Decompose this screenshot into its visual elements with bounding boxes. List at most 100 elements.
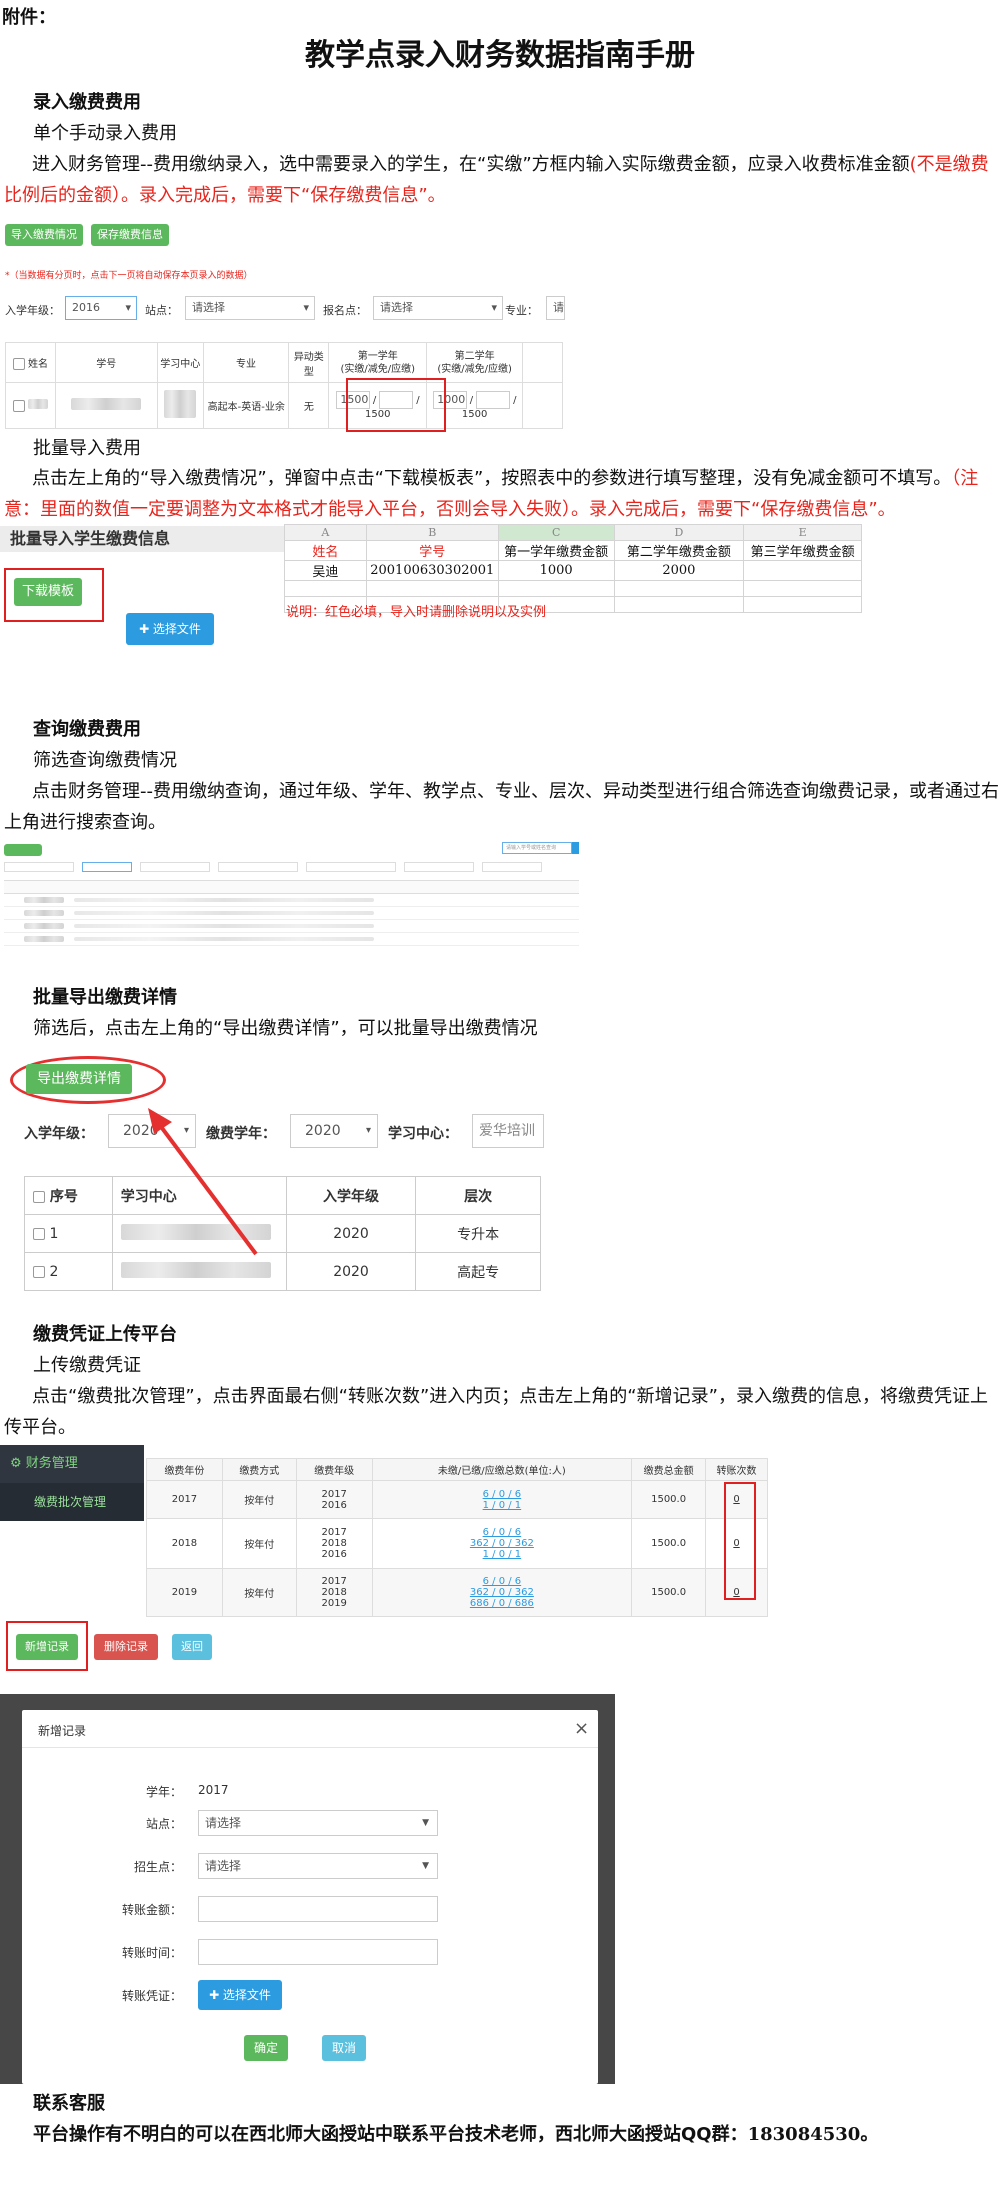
grade-label: 入学年级：: [5, 304, 60, 317]
year2-waiver-input[interactable]: [476, 391, 511, 409]
blurred-center: [164, 390, 197, 418]
export-details-button[interactable]: 导出缴费详情: [26, 1064, 132, 1094]
export-filter-bar: 入学年级： 2020 ▾ 缴费学年： 2020 ▾ 学习中心： 爱华培训: [24, 1114, 544, 1150]
select-all-checkbox[interactable]: [12, 358, 25, 370]
xl-col-a: A: [284, 524, 367, 541]
modal-year-label: 学年：: [145, 1785, 182, 1799]
cell-major: 高起本-英语-业余: [202, 382, 290, 429]
paragraph-batch-export: 筛选后，点击左上角的“导出缴费详情”，可以批量导出缴费情况: [33, 1018, 538, 1039]
delete-record-button[interactable]: 删除记录: [94, 1634, 158, 1660]
add-record-modal: 新增记录 × 学年： 2017 站点： 请选择 ▼ 招生点： 请选择 ▼ 转账金额：…: [22, 1710, 598, 2084]
section-heading-query-fees: 查询缴费费用: [33, 719, 141, 740]
batch-header-counts: 未缴/已缴/应缴总数(单位:人): [371, 1458, 633, 1481]
modal-cancel-button[interactable]: 取消: [322, 2035, 366, 2061]
xl-header-name: 姓名: [284, 540, 367, 561]
batch-cell-grade: 2016: [321, 1499, 347, 1511]
import-payment-button[interactable]: 导入缴费情况: [5, 224, 83, 246]
modal-choose-file-button[interactable]: ✚ 选择文件: [198, 1980, 282, 2010]
query-filter-row: [4, 862, 579, 872]
row-checkbox[interactable]: [12, 400, 25, 412]
xl-header-y1: 第一学年缴费金额: [497, 540, 615, 561]
export-row-checkbox[interactable]: [33, 1227, 45, 1240]
batch-cell-total: 1500.0: [631, 1518, 707, 1569]
xl-header-y3: 第三学年缴费金额: [743, 540, 862, 561]
sidebar-batch-management[interactable]: 缴费批次管理: [0, 1483, 144, 1521]
modal-confirm-button[interactable]: 确定: [244, 2035, 288, 2061]
batch-header-total: 缴费总金额: [631, 1458, 707, 1481]
attachment-label: 附件：: [2, 7, 56, 28]
batch-cell-grade: 2019: [321, 1598, 347, 1609]
modal-amount-label: 转账金额：: [122, 1903, 183, 1917]
excel-template-preview: A B C D E 姓名 学号 第一学年缴费金额 第二学年缴费金额 第三学年缴费…: [284, 524, 862, 613]
export-center-input[interactable]: 爱华培训: [472, 1114, 544, 1148]
add-record-button[interactable]: 新增记录: [16, 1634, 78, 1660]
batch-cell-grade: 2017: [321, 1488, 347, 1500]
xl-col-c: C: [497, 524, 615, 541]
modal-voucher-label: 转账凭证：: [122, 1989, 183, 2003]
batch-count-link[interactable]: 686 / 0 / 686: [373, 1598, 632, 1609]
header-major: 专业: [202, 342, 290, 383]
batch-cell-grade: 2016: [321, 1549, 347, 1560]
header-change-type: 异动类型: [288, 342, 330, 383]
batch-cell-method: 按年付: [221, 1518, 297, 1569]
section-heading-upload-voucher: 缴费凭证上传平台: [33, 1324, 177, 1345]
back-button[interactable]: 返回: [172, 1634, 212, 1660]
blurred-student-id: [71, 398, 142, 410]
sidebar-finance-menu[interactable]: ⚙ 财务管理: [0, 1445, 144, 1483]
header-student-id: 学号: [54, 342, 158, 383]
modal-site-label: 站点：: [145, 1817, 182, 1831]
modal-amount-input[interactable]: [198, 1896, 438, 1922]
xl-note: 说明：红色必填，导入时请删除说明以及实例: [286, 605, 547, 620]
xl-cell-y2: 2000: [613, 560, 745, 581]
export-row-grade: 2020: [285, 1214, 417, 1253]
site-select[interactable]: 请选择 ▾: [185, 296, 315, 320]
batch-cell-grade: 2018: [321, 1587, 347, 1598]
paragraph-batch-import: 点击左上角的“导入缴费情况”，弹窗中点击“下载模板表”，按照表中的参数进行填写整…: [4, 468, 979, 520]
query-search-button[interactable]: [572, 842, 579, 854]
download-template-button[interactable]: 下载模板: [14, 578, 82, 606]
batch-count-link[interactable]: 6 / 0 / 6: [373, 1576, 632, 1587]
modal-point-select[interactable]: 请选择 ▼: [198, 1853, 438, 1879]
modal-point-label: 招生点：: [133, 1860, 182, 1874]
batch-cell-grade: 2017: [321, 1527, 347, 1538]
point-select[interactable]: 请选择 ▾: [373, 296, 503, 320]
export-row-checkbox[interactable]: [33, 1265, 45, 1278]
batch-count-link[interactable]: 362 / 0 / 362: [373, 1587, 632, 1598]
batch-table: 缴费年份 缴费方式 缴费年级 未缴/已缴/应缴总数(单位:人) 缴费总金额 转账…: [146, 1458, 768, 1617]
batch-cell-method: 按年付: [221, 1568, 297, 1617]
major-select[interactable]: 请: [546, 296, 565, 320]
choose-file-button[interactable]: ✚ 选择文件: [126, 613, 214, 645]
finance-sidebar: ⚙ 财务管理 缴费批次管理: [0, 1445, 144, 1521]
batch-header-grade: 缴费年级: [295, 1458, 373, 1481]
highlight-transfers-box: [724, 1482, 756, 1600]
query-search-input[interactable]: 请输入学号或姓名查询: [502, 842, 572, 854]
export-year-select[interactable]: 2020 ▾: [290, 1114, 378, 1148]
gear-icon: ⚙: [10, 1456, 22, 1471]
subheading-upload-voucher: 上传缴费凭证: [33, 1355, 141, 1376]
batch-cell-year: 2019: [146, 1568, 223, 1617]
close-icon[interactable]: ×: [574, 1718, 589, 1739]
batch-count-link[interactable]: 1 / 0 / 1: [373, 1549, 632, 1560]
paragraph-manual-entry: 进入财务管理--费用缴纳录入，选中需要录入的学生，在“实缴”方框内输入实际缴费金…: [4, 154, 989, 206]
red-arrow-icon: [148, 1108, 258, 1256]
query-export-button[interactable]: [4, 844, 42, 856]
batch-cell-year: 2018: [146, 1518, 223, 1569]
save-payment-button[interactable]: 保存缴费信息: [91, 224, 169, 246]
modal-site-select[interactable]: 请选择 ▼: [198, 1810, 438, 1836]
modal-time-input[interactable]: [198, 1939, 438, 1965]
batch-count-link[interactable]: 6 / 0 / 6: [373, 1527, 632, 1538]
export-select-all-checkbox[interactable]: [33, 1190, 45, 1203]
batch-cell-grade: 2017: [321, 1576, 347, 1587]
export-row-level: 专升本: [415, 1214, 541, 1253]
grade-select[interactable]: 2016 ▾: [65, 296, 137, 320]
xl-col-e: E: [743, 524, 862, 541]
batch-count-link[interactable]: 1 / 0 / 1: [373, 1500, 632, 1511]
modal-title: 新增记录: [38, 1724, 87, 1738]
header-name: 姓名: [28, 359, 49, 370]
batch-count-link[interactable]: 6 / 0 / 6: [373, 1489, 632, 1500]
export-row-no: 2: [49, 1263, 59, 1280]
xl-cell-id: 200100630302001: [365, 560, 499, 581]
batch-cell-grade: 2018: [321, 1538, 347, 1549]
batch-count-link[interactable]: 362 / 0 / 362: [373, 1538, 632, 1549]
batch-header-method: 缴费方式: [221, 1458, 297, 1481]
